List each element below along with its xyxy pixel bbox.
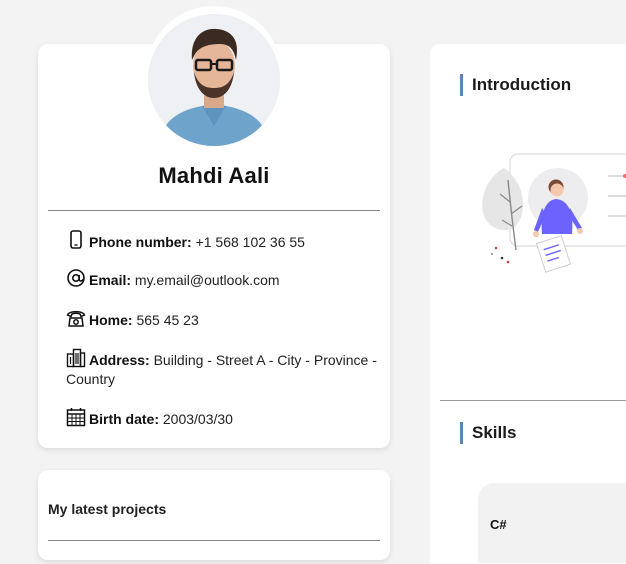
projects-title: My latest projects [48,501,167,517]
birth-date-value: 2003/03/30 [162,411,233,427]
profile-name: Mahdi Aali [158,163,270,188]
introduction-title: Introduction [460,74,571,96]
skills-title: Skills [460,422,516,444]
birth-date-label: Birth date: [89,411,159,427]
home-label: Home: [89,312,133,328]
home-value: 565 45 23 [136,312,199,328]
skill-name: C# [490,517,507,532]
projects-divider [48,540,380,541]
email-label: Email: [89,272,132,288]
phone-label: Phone number: [89,234,192,250]
contact-email: Email: my.email@outlook.com [66,268,378,290]
building-icon [66,348,86,368]
phone-value: +1 568 102 36 55 [195,234,305,250]
at-sign-icon [66,268,86,288]
introduction-illustration [478,150,626,280]
contact-phone: Phone number: +1 568 102 36 55 [66,230,378,252]
avatar [148,14,280,146]
main-divider [440,400,626,401]
phone-icon [66,230,86,250]
contact-home: Home: 565 45 23 [66,308,378,330]
telephone-icon [66,308,86,328]
calendar-icon [66,407,86,427]
contact-address: Address: Building - Street A - City - Pr… [66,348,378,389]
profile-divider [48,210,380,211]
contact-birth-date: Birth date: 2003/03/30 [66,407,378,429]
address-label: Address: [89,352,150,368]
email-value: my.email@outlook.com [134,272,280,288]
